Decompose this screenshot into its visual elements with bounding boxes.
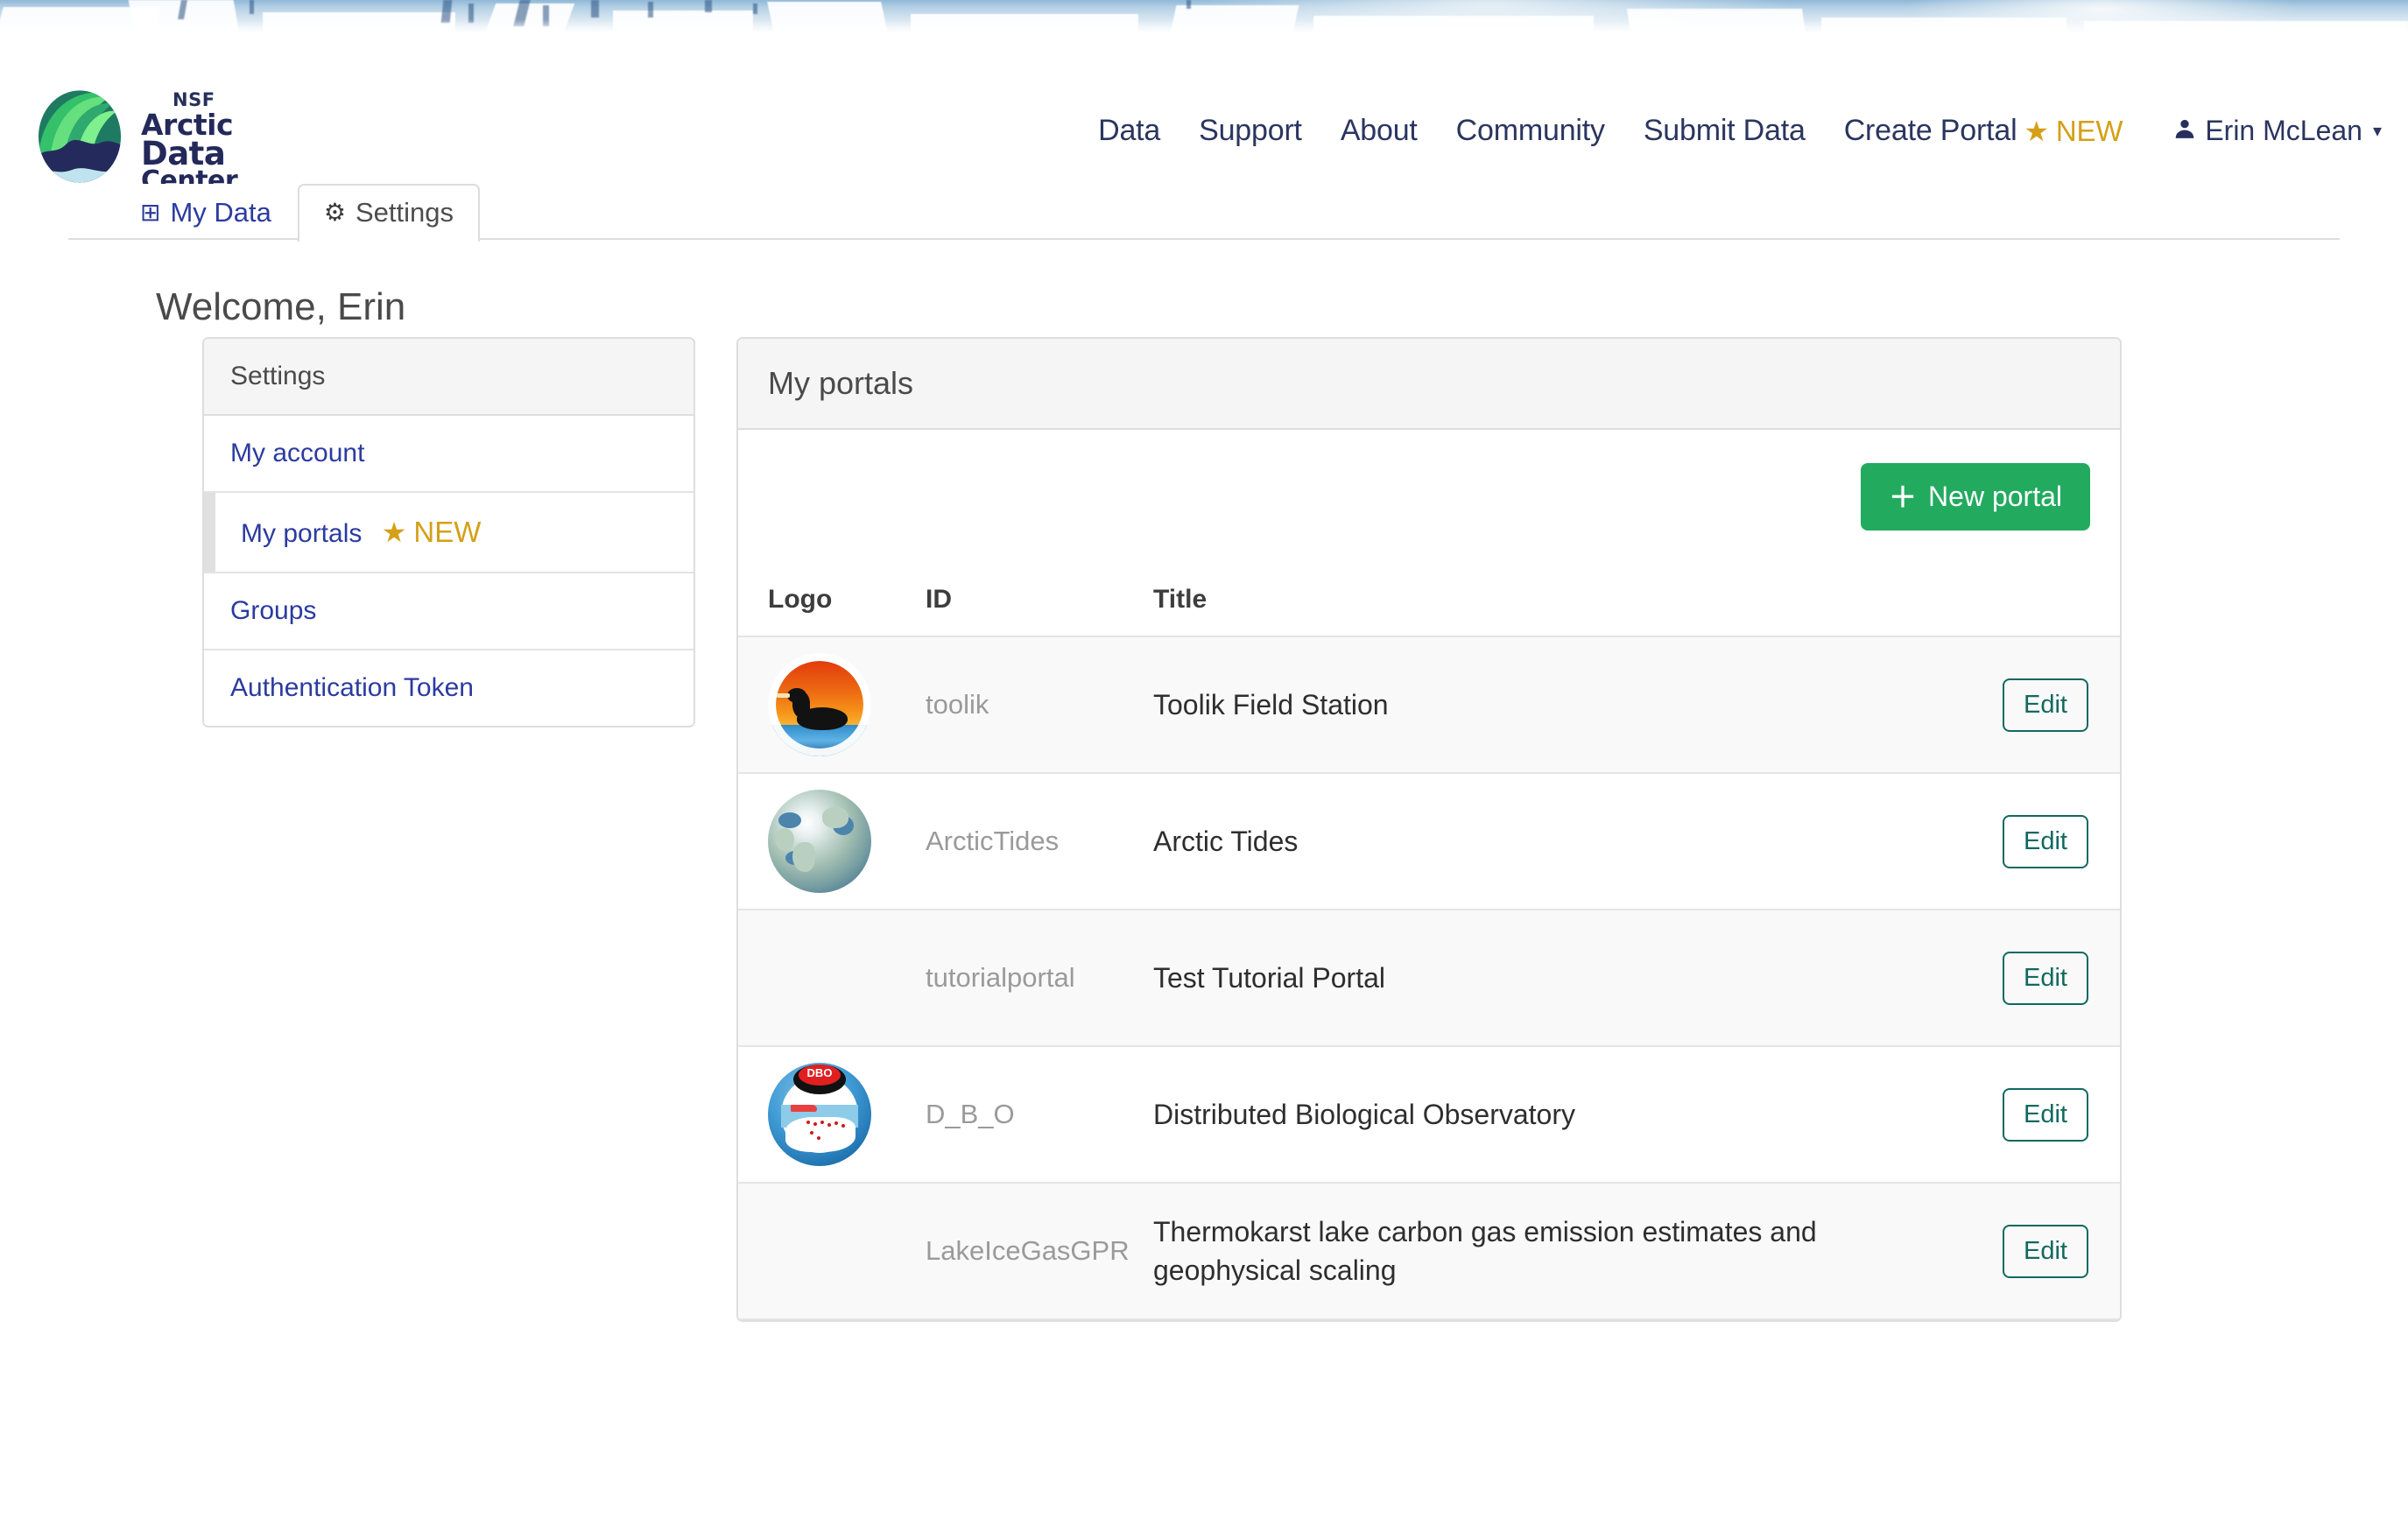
portal-logo-cell bbox=[738, 1183, 926, 1319]
table-row: DBO D_B_O Distributed Biological Observa… bbox=[738, 1046, 2120, 1183]
column-header-logo: Logo bbox=[768, 585, 833, 614]
user-menu[interactable]: Erin McLean ▾ bbox=[2173, 115, 2382, 147]
settings-sidebar: Settings My account My portals ★ NEW Gro… bbox=[202, 337, 695, 727]
my-portals-panel-title: My portals bbox=[738, 339, 2120, 430]
portal-actions: Edit bbox=[1966, 910, 2120, 1046]
table-row: ArcticTides Arctic Tides Edit bbox=[738, 773, 2120, 910]
portal-title: Distributed Biological Observatory bbox=[1153, 1098, 1575, 1130]
portal-id: toolik bbox=[926, 689, 989, 720]
user-icon bbox=[2173, 116, 2196, 146]
portal-logo-cell: DBO bbox=[738, 1046, 926, 1183]
user-name: Erin McLean bbox=[2205, 115, 2362, 146]
portal-actions: Edit bbox=[1966, 1046, 2120, 1183]
star-icon: ★ bbox=[381, 517, 407, 548]
main-navigation: Data Support About Community Submit Data… bbox=[1079, 114, 2382, 148]
portal-logo-cell bbox=[738, 636, 926, 773]
table-header-row: Logo ID Title bbox=[738, 585, 2120, 636]
portal-id: D_B_O bbox=[926, 1099, 1015, 1129]
nav-item-create-portal[interactable]: Create Portal ★ NEW bbox=[1825, 114, 2143, 148]
portal-actions: Edit bbox=[1966, 1183, 2120, 1319]
nav-item-community[interactable]: Community bbox=[1437, 114, 1624, 148]
tab-settings[interactable]: ⚙ Settings bbox=[297, 183, 481, 242]
tab-my-data[interactable]: ⊞ My Data bbox=[114, 184, 298, 240]
arctic-globe-logo bbox=[768, 790, 871, 893]
plus-icon: ＋ bbox=[1889, 481, 1918, 513]
portals-table: Logo ID Title toolik Toolik Field Statio… bbox=[738, 585, 2120, 1320]
edit-button[interactable]: Edit bbox=[2003, 1224, 2088, 1278]
tab-list: ⊞ My Data ⚙ Settings bbox=[114, 183, 481, 242]
nav-item-support[interactable]: Support bbox=[1179, 114, 1321, 148]
sidebar-new-badge-group: ★ NEW bbox=[382, 516, 482, 549]
site-logo[interactable]: NSF Arctic Data Center bbox=[31, 88, 290, 196]
chevron-down-icon: ▾ bbox=[2372, 122, 2382, 141]
portal-id: tutorialportal bbox=[926, 962, 1075, 993]
my-portals-panel-body: ＋ New portal Logo ID Title toolik Toolik… bbox=[738, 430, 2120, 1320]
star-icon: ★ bbox=[2024, 115, 2049, 147]
gear-icon: ⚙ bbox=[323, 198, 346, 226]
portals-table-head: Logo ID Title bbox=[738, 585, 2120, 636]
tab-my-data-label: My Data bbox=[170, 196, 271, 228]
portal-title: Arctic Tides bbox=[1153, 825, 1299, 857]
edit-button[interactable]: Edit bbox=[2003, 678, 2088, 732]
column-header-title: Title bbox=[1153, 585, 1208, 614]
sidebar-item-authentication-token[interactable]: Authentication Token bbox=[204, 650, 694, 726]
sidebar-item-my-portals[interactable]: My portals ★ NEW bbox=[204, 493, 694, 573]
sidebar-item-my-account[interactable]: My account bbox=[204, 416, 694, 493]
toolik-field-station-loon-logo bbox=[768, 653, 871, 756]
sidebar-item-my-account-label: My account bbox=[230, 439, 365, 467]
portal-title: Toolik Field Station bbox=[1153, 688, 1389, 720]
portals-toolbar: ＋ New portal bbox=[738, 430, 2120, 585]
nav-item-about[interactable]: About bbox=[1321, 114, 1437, 148]
sidebar-header: Settings bbox=[204, 339, 694, 416]
sidebar-item-my-portals-label: My portals bbox=[241, 519, 363, 548]
sidebar-new-badge: NEW bbox=[413, 516, 482, 548]
portal-actions: Edit bbox=[1966, 773, 2120, 910]
nav-item-submit-data[interactable]: Submit Data bbox=[1624, 114, 1825, 148]
portals-table-body: toolik Toolik Field Station Edit ArcticT… bbox=[738, 636, 2120, 1319]
banner-bottom-fade bbox=[0, 19, 2408, 33]
edit-button[interactable]: Edit bbox=[2003, 814, 2088, 868]
hero-banner-image bbox=[0, 0, 2408, 33]
table-row: toolik Toolik Field Station Edit bbox=[738, 636, 2120, 773]
portal-actions: Edit bbox=[1966, 636, 2120, 773]
portal-logo-cell bbox=[738, 910, 926, 1046]
nav-new-badge: NEW bbox=[2055, 114, 2123, 147]
edit-button[interactable]: Edit bbox=[2003, 1087, 2088, 1142]
tab-settings-label: Settings bbox=[356, 196, 454, 228]
nav-item-create-portal-label: Create Portal bbox=[1843, 114, 2017, 147]
column-header-actions bbox=[1966, 585, 2120, 636]
portal-title: Test Tutorial Portal bbox=[1153, 961, 1385, 994]
sidebar-item-groups-label: Groups bbox=[230, 596, 317, 625]
logo-wordmark: NSF Arctic Data Center bbox=[141, 89, 290, 196]
edit-button[interactable]: Edit bbox=[2003, 951, 2088, 1005]
tab-bar: ⊞ My Data ⚙ Settings bbox=[0, 183, 2408, 242]
portal-id: LakeIceGasGPR bbox=[926, 1235, 1130, 1266]
site-header: NSF Arctic Data Center Data Support Abou… bbox=[0, 33, 2408, 196]
my-portals-panel: My portals ＋ New portal Logo ID Title to… bbox=[736, 337, 2122, 1322]
sidebar-item-groups[interactable]: Groups bbox=[204, 573, 694, 650]
portal-title: Thermokarst lake carbon gas emission est… bbox=[1153, 1215, 1817, 1286]
new-portal-button-label: New portal bbox=[1928, 481, 2062, 512]
settings-page: Welcome, Erin Settings My account My por… bbox=[0, 240, 2408, 1539]
column-header-id: ID bbox=[926, 585, 952, 614]
portal-id: ArcticTides bbox=[926, 826, 1060, 856]
dbo-observatory-logo: DBO bbox=[768, 1063, 871, 1166]
portal-logo-cell bbox=[738, 773, 926, 910]
new-portal-button[interactable]: ＋ New portal bbox=[1861, 463, 2090, 531]
table-row: LakeIceGasGPR Thermokarst lake carbon ga… bbox=[738, 1183, 2120, 1319]
nav-item-data[interactable]: Data bbox=[1079, 114, 1179, 148]
page-title: Welcome, Erin bbox=[156, 285, 406, 328]
table-row: tutorialportal Test Tutorial Portal Edit bbox=[738, 910, 2120, 1046]
aurora-globe-logo-icon bbox=[38, 90, 122, 183]
table-icon: ⊞ bbox=[140, 198, 161, 226]
sidebar-item-authentication-token-label: Authentication Token bbox=[230, 673, 474, 702]
